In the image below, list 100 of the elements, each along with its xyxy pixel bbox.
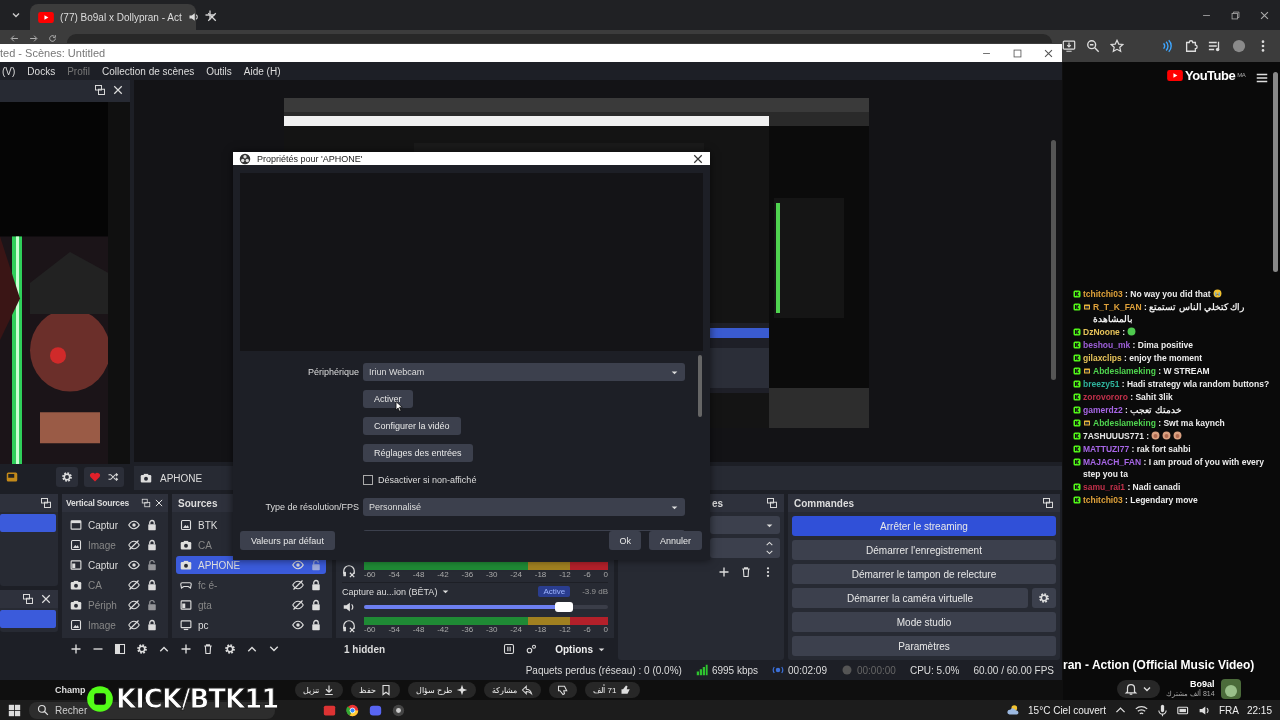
source-name[interactable]: Périph bbox=[88, 599, 122, 611]
float-icon[interactable] bbox=[141, 498, 151, 508]
monitor-download-icon[interactable] bbox=[1062, 39, 1076, 53]
menu-item[interactable]: Aide (H) bbox=[243, 65, 281, 77]
menu-item[interactable]: Outils bbox=[206, 65, 232, 77]
menu-item[interactable]: Docks bbox=[27, 65, 56, 77]
menu-item[interactable]: Collection de scènes bbox=[101, 65, 195, 77]
speaker-icon[interactable] bbox=[187, 11, 200, 23]
source-name[interactable]: fc é- bbox=[198, 579, 286, 591]
lock-icon[interactable] bbox=[146, 579, 158, 591]
eye-icon[interactable] bbox=[292, 619, 304, 631]
lock-icon[interactable] bbox=[146, 519, 158, 531]
close-icon[interactable] bbox=[40, 593, 52, 605]
source-name[interactable]: Image bbox=[88, 619, 122, 631]
command-button[interactable]: Démarrer le tampon de relecture bbox=[792, 564, 1056, 584]
extensions-icon[interactable] bbox=[1184, 39, 1198, 53]
restore-icon[interactable] bbox=[1230, 9, 1241, 21]
speaker-icon[interactable] bbox=[342, 600, 356, 614]
form-button[interactable]: Réglages des entrées bbox=[363, 444, 473, 462]
volume-slider[interactable] bbox=[364, 605, 608, 609]
monitor-icon[interactable] bbox=[6, 471, 18, 483]
open-lock-icon[interactable] bbox=[310, 559, 322, 571]
reload-icon[interactable] bbox=[48, 34, 57, 43]
float-icon[interactable] bbox=[1042, 497, 1054, 509]
lock-icon[interactable] bbox=[310, 619, 322, 631]
command-button[interactable]: Paramètres bbox=[792, 636, 1056, 656]
eye-slash-icon[interactable] bbox=[128, 599, 140, 611]
open-lock-icon[interactable] bbox=[146, 559, 158, 571]
scrollbar[interactable] bbox=[698, 355, 702, 417]
pause-icon[interactable] bbox=[503, 643, 516, 655]
close-icon[interactable] bbox=[154, 498, 164, 508]
source-name[interactable]: Captur bbox=[88, 519, 122, 531]
eye-slash-icon[interactable] bbox=[292, 579, 304, 591]
eye-slash-icon[interactable] bbox=[128, 579, 140, 591]
heart-icon[interactable] bbox=[89, 471, 101, 483]
plus-icon[interactable] bbox=[70, 643, 82, 655]
source-name[interactable]: Image bbox=[88, 539, 122, 551]
settings-icon[interactable] bbox=[136, 643, 148, 655]
shuffle-icon[interactable] bbox=[107, 471, 119, 483]
action-button[interactable]: طرح سؤال bbox=[408, 682, 477, 698]
lock-icon[interactable] bbox=[310, 579, 322, 591]
float-icon[interactable] bbox=[40, 497, 52, 509]
headphones-mute-icon[interactable] bbox=[342, 618, 356, 633]
scrollbar[interactable] bbox=[1273, 72, 1278, 272]
form-button[interactable]: Activer bbox=[363, 390, 413, 408]
action-button[interactable] bbox=[549, 682, 578, 698]
forward-icon[interactable] bbox=[29, 34, 38, 43]
wifi-icon[interactable] bbox=[1134, 703, 1148, 717]
channel-name[interactable]: Bo9al bbox=[1190, 680, 1215, 689]
command-button[interactable]: Arrêter le streaming bbox=[792, 516, 1056, 536]
plus-icon[interactable] bbox=[718, 566, 730, 578]
action-button[interactable]: مشاركة bbox=[484, 682, 542, 698]
trash-icon[interactable] bbox=[740, 566, 752, 578]
zoom-out-icon[interactable] bbox=[1086, 39, 1100, 53]
form-button[interactable]: Configurer la vidéo bbox=[363, 417, 461, 435]
source-name[interactable]: CA bbox=[88, 579, 122, 591]
star-icon[interactable] bbox=[1110, 39, 1124, 53]
language-indicator[interactable]: FRA bbox=[1218, 704, 1239, 716]
scrollbar[interactable] bbox=[1051, 140, 1056, 380]
source-name[interactable]: Captur bbox=[88, 559, 122, 571]
source-name[interactable]: pc bbox=[198, 619, 286, 631]
options-button[interactable]: Options bbox=[555, 643, 606, 655]
link-icon[interactable] bbox=[525, 643, 538, 655]
close-icon[interactable] bbox=[1259, 9, 1270, 21]
filter-icon[interactable] bbox=[114, 643, 126, 655]
avatar-icon[interactable] bbox=[1232, 39, 1246, 53]
close-icon[interactable] bbox=[1043, 47, 1054, 59]
headphones-mute-icon[interactable] bbox=[342, 563, 356, 578]
checkbox[interactable] bbox=[363, 475, 373, 485]
eye-slash-icon[interactable] bbox=[128, 619, 140, 631]
bell-button[interactable] bbox=[1117, 680, 1160, 698]
source-name[interactable]: gta bbox=[198, 599, 286, 611]
eye-icon[interactable] bbox=[128, 519, 140, 531]
cancel-button[interactable]: Annuler bbox=[648, 531, 702, 550]
ok-button[interactable]: Ok bbox=[609, 531, 641, 550]
close-icon[interactable] bbox=[692, 152, 704, 165]
float-icon[interactable] bbox=[22, 593, 34, 605]
lock-icon[interactable] bbox=[146, 539, 158, 551]
media-icon[interactable] bbox=[1208, 39, 1222, 53]
maximize-icon[interactable] bbox=[1012, 47, 1023, 59]
obs-icon[interactable] bbox=[392, 703, 405, 717]
settings-button[interactable] bbox=[1032, 588, 1056, 608]
checkbox-label[interactable]: Désactiver si non-affiché bbox=[378, 475, 477, 485]
eye-icon[interactable] bbox=[128, 559, 140, 571]
microphone-icon[interactable] bbox=[1155, 703, 1169, 717]
select-field[interactable]: Iriun Webcam bbox=[363, 363, 685, 381]
windows-icon[interactable] bbox=[8, 703, 21, 717]
action-button[interactable]: 71 ألف bbox=[585, 682, 641, 698]
caret-icon[interactable] bbox=[441, 587, 451, 596]
eye-icon[interactable] bbox=[292, 559, 304, 571]
lock-icon[interactable] bbox=[310, 599, 322, 611]
youtube-logo[interactable]: YouTube$^{MA}$ bbox=[1167, 67, 1246, 83]
clock[interactable]: 22:15 bbox=[1246, 704, 1272, 716]
action-button[interactable]: تنزيل bbox=[295, 682, 343, 698]
weather-text[interactable]: 15°C Ciel couvert bbox=[1028, 704, 1106, 716]
action-button[interactable]: حفظ bbox=[351, 682, 400, 698]
back-icon[interactable] bbox=[10, 34, 19, 43]
lock-icon[interactable] bbox=[146, 619, 158, 631]
eye-slash-icon[interactable] bbox=[128, 539, 140, 551]
weather-icon[interactable] bbox=[1007, 703, 1021, 717]
